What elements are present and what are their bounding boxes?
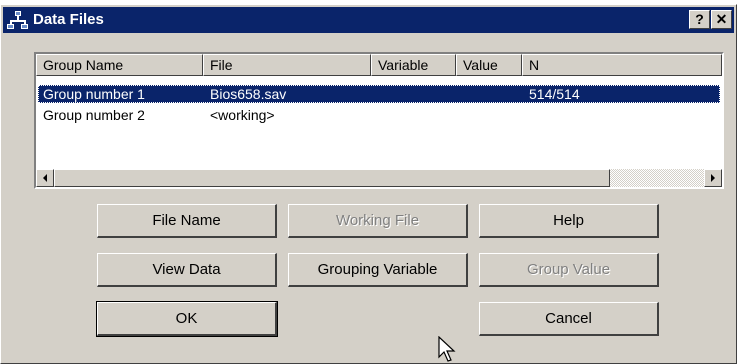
data-files-list[interactable]: Group Name File Variable Value N Group n… (34, 52, 724, 189)
scroll-left-button[interactable] (36, 169, 54, 187)
file-name-button[interactable]: File Name (97, 204, 277, 238)
list-header: Group Name File Variable Value N (36, 54, 722, 76)
working-file-button[interactable]: Working File (288, 204, 468, 238)
window-title: Data Files (33, 11, 104, 28)
arrow-left-icon (43, 174, 47, 182)
data-files-icon (7, 10, 29, 30)
help-button[interactable]: Help (479, 204, 659, 238)
table-row[interactable]: Group number 1 Bios658.sav 514/514 (38, 85, 720, 103)
cell-file: <working> (210, 107, 275, 123)
arrow-right-icon (711, 174, 715, 182)
column-header-value[interactable]: Value (456, 54, 522, 76)
scroll-thumb[interactable] (54, 169, 610, 187)
scroll-right-button[interactable] (704, 169, 722, 187)
group-value-button[interactable]: Group Value (479, 253, 659, 287)
column-header-group-name[interactable]: Group Name (36, 54, 203, 76)
cell-file: Bios658.sav (210, 86, 287, 102)
column-header-n[interactable]: N (522, 54, 722, 76)
cell-group-name: Group number 1 (43, 86, 145, 102)
column-header-variable[interactable]: Variable (371, 54, 456, 76)
table-row[interactable]: Group number 2 <working> (38, 106, 720, 124)
data-files-dialog: Data Files ? ✕ Group Name File Variable … (0, 4, 737, 364)
help-title-button[interactable]: ? (689, 10, 710, 29)
close-button[interactable]: ✕ (711, 10, 732, 29)
horizontal-scrollbar[interactable] (36, 169, 722, 187)
ok-button[interactable]: OK (96, 301, 278, 337)
cell-group-name: Group number 2 (43, 107, 145, 123)
scroll-track[interactable] (610, 169, 704, 187)
cell-n: 514/514 (529, 86, 580, 102)
grouping-variable-button[interactable]: Grouping Variable (288, 253, 468, 287)
column-header-file[interactable]: File (203, 54, 371, 76)
mouse-pointer-icon (438, 336, 456, 362)
title-bar[interactable]: Data Files ? ✕ (3, 7, 734, 33)
cancel-button[interactable]: Cancel (479, 302, 659, 336)
view-data-button[interactable]: View Data (97, 253, 277, 287)
